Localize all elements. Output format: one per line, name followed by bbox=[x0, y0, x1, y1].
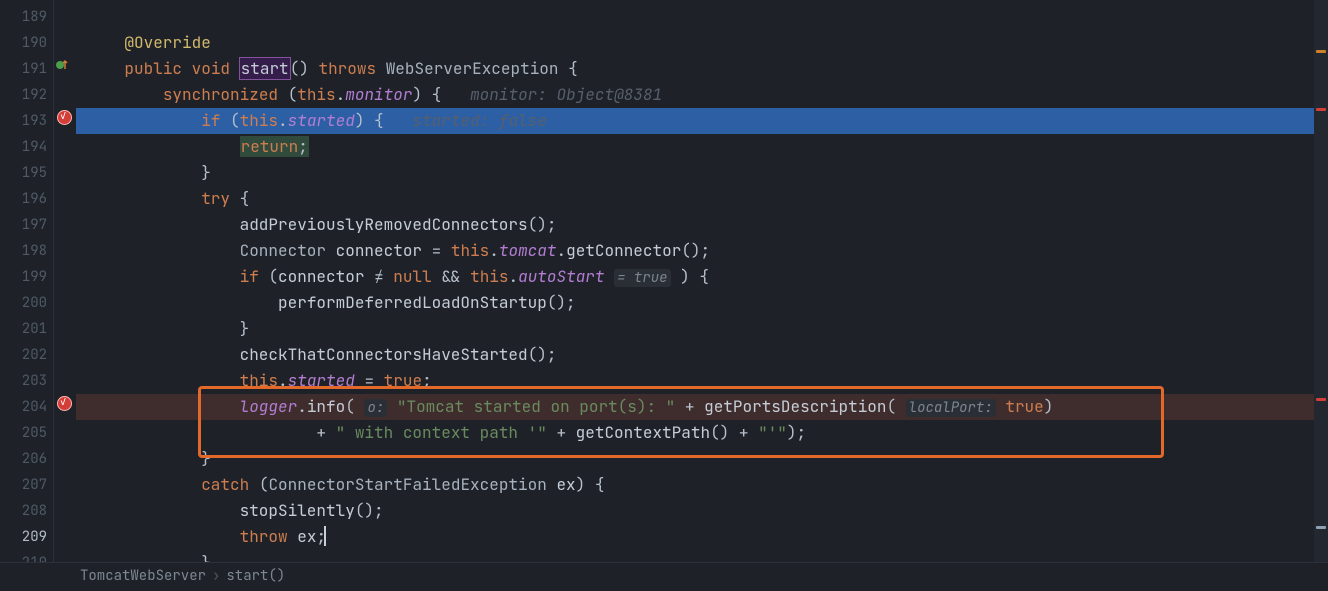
line-number[interactable]: 207 bbox=[0, 472, 47, 498]
gutter-slot[interactable] bbox=[54, 286, 76, 312]
gutter-slot[interactable] bbox=[54, 52, 76, 78]
gutter-slot[interactable] bbox=[54, 312, 76, 338]
line-number[interactable]: 191 bbox=[0, 56, 47, 82]
code-line[interactable]: this.started = true; bbox=[76, 368, 1328, 394]
code-line[interactable]: performDeferredLoadOnStartup(); bbox=[76, 290, 1328, 316]
method-name[interactable]: start bbox=[240, 58, 290, 79]
line-number[interactable]: 201 bbox=[0, 316, 47, 342]
gutter-slot[interactable] bbox=[54, 0, 76, 26]
gutter-slot[interactable] bbox=[54, 338, 76, 364]
code-line[interactable]: addPreviouslyRemovedConnectors(); bbox=[76, 212, 1328, 238]
code-line[interactable]: stopSilently(); bbox=[76, 498, 1328, 524]
inlay-hint: = true bbox=[614, 269, 670, 287]
gutter-slot[interactable] bbox=[54, 364, 76, 390]
code-line[interactable]: } bbox=[76, 550, 1328, 562]
code-line[interactable]: throw ex; bbox=[76, 524, 1328, 550]
code-line[interactable]: try { bbox=[76, 186, 1328, 212]
inlay-hint: localPort: bbox=[906, 399, 996, 417]
line-number[interactable]: 190 bbox=[0, 30, 47, 56]
line-number[interactable]: 199 bbox=[0, 264, 47, 290]
breadcrumb-item[interactable]: start() bbox=[226, 567, 285, 585]
gutter-slot[interactable] bbox=[54, 390, 76, 416]
line-number[interactable]: 196 bbox=[0, 186, 47, 212]
line-number[interactable]: 206 bbox=[0, 446, 47, 472]
override-icon[interactable] bbox=[55, 58, 69, 72]
code-line[interactable]: @Override bbox=[76, 30, 1328, 56]
line-number[interactable]: 195 bbox=[0, 160, 47, 186]
code-line[interactable] bbox=[76, 4, 1328, 30]
breadcrumb[interactable]: TomcatWebServer›start() bbox=[0, 562, 1328, 589]
annotation: @Override bbox=[124, 32, 210, 53]
line-number[interactable]: 193 bbox=[0, 108, 47, 134]
code-line[interactable]: } bbox=[76, 446, 1328, 472]
gutter-slot[interactable] bbox=[54, 130, 76, 156]
inlay-hint: monitor: Object@8381 bbox=[470, 84, 662, 105]
line-number[interactable]: 209 bbox=[0, 524, 47, 550]
gutter-slot[interactable] bbox=[54, 208, 76, 234]
line-number[interactable]: 198 bbox=[0, 238, 47, 264]
code-area[interactable]: @Override public void start() throws Web… bbox=[76, 0, 1328, 562]
gutter-slot[interactable] bbox=[54, 494, 76, 520]
inlay-hint: o: bbox=[364, 399, 387, 417]
inlay-hint: started: false bbox=[412, 110, 546, 131]
chevron-right-icon: › bbox=[206, 567, 226, 585]
breadcrumb-item[interactable]: TomcatWebServer bbox=[80, 567, 206, 585]
code-line-breakpoint[interactable]: logger.info( o: "Tomcat started on port(… bbox=[76, 394, 1328, 420]
marker-column[interactable] bbox=[54, 0, 76, 562]
code-line[interactable]: synchronized (this.monitor) { monitor: O… bbox=[76, 82, 1328, 108]
gutter-slot[interactable] bbox=[54, 442, 76, 468]
code-line[interactable]: } bbox=[76, 160, 1328, 186]
code-line[interactable]: catch (ConnectorStartFailedException ex)… bbox=[76, 472, 1328, 498]
line-number[interactable]: 189 bbox=[0, 4, 47, 30]
code-line-highlighted[interactable]: if (this.started) { started: false bbox=[76, 108, 1328, 134]
line-number[interactable]: 197 bbox=[0, 212, 47, 238]
code-line[interactable]: return; bbox=[76, 134, 1328, 160]
code-line[interactable]: Connector connector = this.tomcat.getCon… bbox=[76, 238, 1328, 264]
line-number[interactable]: 205 bbox=[0, 420, 47, 446]
line-number[interactable]: 204 bbox=[0, 394, 47, 420]
gutter-slot[interactable] bbox=[54, 104, 76, 130]
line-number[interactable]: 202 bbox=[0, 342, 47, 368]
line-number[interactable]: 210 bbox=[0, 550, 47, 562]
line-number[interactable]: 200 bbox=[0, 290, 47, 316]
code-line[interactable]: + " with context path '" + getContextPat… bbox=[76, 420, 1328, 446]
line-number[interactable]: 194 bbox=[0, 134, 47, 160]
code-line[interactable]: checkThatConnectorsHaveStarted(); bbox=[76, 342, 1328, 368]
gutter-slot[interactable] bbox=[54, 26, 76, 52]
code-line[interactable]: public void start() throws WebServerExce… bbox=[76, 56, 1328, 82]
line-gutter: 1891901911921931941951961971981992002012… bbox=[0, 0, 54, 562]
gutter-slot[interactable] bbox=[54, 156, 76, 182]
line-number[interactable]: 192 bbox=[0, 82, 47, 108]
breakpoint-icon[interactable] bbox=[57, 396, 72, 411]
breakpoint-icon[interactable] bbox=[57, 110, 72, 125]
code-line[interactable]: } bbox=[76, 316, 1328, 342]
code-line[interactable]: if (connector ≠ null && this.autoStart =… bbox=[76, 264, 1328, 290]
gutter-slot[interactable] bbox=[54, 416, 76, 442]
overview-ruler[interactable] bbox=[1314, 0, 1328, 562]
gutter-slot[interactable] bbox=[54, 546, 76, 562]
line-number[interactable]: 208 bbox=[0, 498, 47, 524]
gutter-slot[interactable] bbox=[54, 468, 76, 494]
gutter-slot[interactable] bbox=[54, 182, 76, 208]
line-number[interactable]: 203 bbox=[0, 368, 47, 394]
gutter-slot[interactable] bbox=[54, 78, 76, 104]
gutter-slot[interactable] bbox=[54, 234, 76, 260]
text-caret bbox=[324, 526, 326, 546]
gutter-slot[interactable] bbox=[54, 520, 76, 546]
code-editor[interactable]: 1891901911921931941951961971981992002012… bbox=[0, 0, 1328, 562]
gutter-slot[interactable] bbox=[54, 260, 76, 286]
